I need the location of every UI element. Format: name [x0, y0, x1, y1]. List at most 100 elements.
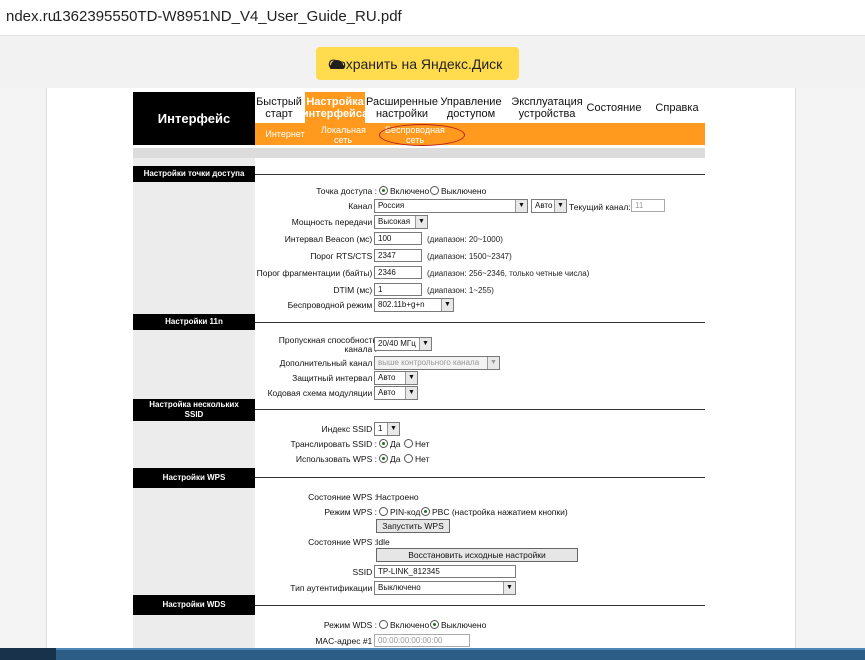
ap-on-radio[interactable] [379, 186, 388, 195]
channel-value: Авто [535, 201, 553, 210]
wds-on-radio[interactable] [379, 620, 388, 629]
broadcast-yes-label: Да [390, 439, 401, 449]
broadcast-ssid-label: Транслировать SSID : [290, 439, 377, 449]
nav-maintenance[interactable]: Эксплуатация устройства [511, 92, 583, 123]
guard-label: Защитный интервал : [292, 373, 377, 383]
use-wps-no-radio[interactable] [404, 454, 413, 463]
rts-label: Порог RTS/CTS : [310, 251, 377, 261]
highlight-circle [379, 124, 465, 146]
wps-pin-radio[interactable] [379, 507, 388, 516]
taskbar-active-strip [56, 648, 865, 660]
use-wps-no-label: Нет [415, 454, 430, 464]
bandwidth-select[interactable]: 20/40 МГц ▼ [374, 337, 432, 351]
bandwidth-label-line2: канала : [344, 344, 377, 354]
auth-type-select[interactable]: Выключено ▼ [374, 581, 516, 595]
nav-help[interactable]: Справка [649, 92, 705, 123]
section-wds-title: Настройки WDS [133, 595, 255, 615]
mac1-input[interactable]: 00:00:00:00:00:00 [374, 634, 470, 647]
start-wps-button[interactable]: Запустить WPS [376, 519, 450, 533]
nav-status[interactable]: Состояние [586, 92, 642, 123]
chevron-down-icon: ▼ [419, 338, 431, 350]
wps-ssid-label: SSID : [352, 567, 377, 577]
taskbar [0, 648, 865, 660]
ext-channel-select: выше контрольного канала ▼ [374, 356, 500, 370]
nav-interface-setup[interactable]: Настройка интерфейса [302, 92, 368, 123]
wps-mode-label: Режим WPS : [324, 507, 377, 517]
wds-off-label: Выключено [441, 620, 487, 630]
use-wps-yes-label: Да [390, 454, 401, 464]
router-header-title: Интерфейс [133, 92, 255, 145]
wps-state-label: Состояние WPS : [308, 492, 377, 502]
wds-off-radio[interactable] [430, 620, 439, 629]
power-label: Мощность передачи : [291, 217, 377, 227]
subnav-internet[interactable]: Интернет [261, 129, 309, 139]
wireless-mode-label: Беспроводной режим : [287, 300, 377, 310]
power-select[interactable]: Высокая ▼ [374, 215, 428, 229]
current-channel-field: 11 [631, 199, 665, 212]
save-to-yandex-disk-button[interactable]: Сохранить на Яндекс.Диск [316, 47, 519, 80]
chevron-down-icon: ▼ [554, 200, 566, 212]
channel-label: Канал : [348, 201, 377, 211]
guard-select[interactable]: Авто ▼ [374, 371, 418, 385]
guard-value: Авто [378, 373, 396, 382]
chevron-down-icon: ▼ [515, 200, 527, 212]
frag-hint: (диапазон: 256~2346, только четные числа… [427, 269, 590, 278]
broadcast-yes-radio[interactable] [379, 439, 388, 448]
section-wps-title: Настройки WPS [133, 468, 255, 488]
ext-channel-label: Дополнительный канал : [279, 358, 377, 368]
chevron-down-icon: ▼ [441, 299, 453, 311]
auth-type-value: Выключено [378, 583, 421, 592]
wps-status-label: Состояние WPS : [308, 537, 377, 547]
chevron-down-icon: ▼ [415, 216, 427, 228]
nav-access-management[interactable]: Управление доступом [439, 92, 503, 123]
browser-title-bar: ndex.ru 1362395550TD-W8951ND_V4_User_Gui… [0, 0, 865, 36]
country-select[interactable]: Россия ▼ [374, 199, 528, 213]
ap-label: Точка доступа : [316, 186, 377, 196]
dtim-hint: (диапазон: 1~255) [427, 286, 494, 295]
wps-status-value: Idle [376, 537, 390, 547]
nav-advanced-settings[interactable]: Расширенные настройки [366, 92, 438, 123]
ap-off-radio[interactable] [430, 186, 439, 195]
pdf-viewer[interactable]: Интерфейс Быстрый старт Настройка интерф… [0, 88, 865, 648]
wps-pbc-label: PBC (настройка нажатием кнопки) [432, 507, 568, 517]
header-divider [133, 148, 705, 158]
use-wps-yes-radio[interactable] [379, 454, 388, 463]
mcs-select[interactable]: Авто ▼ [374, 386, 418, 400]
site-domain[interactable]: ndex.ru [6, 8, 56, 25]
auth-type-label: Тип аутентификации : [290, 583, 377, 593]
wds-mode-label: Режим WDS : [323, 620, 377, 630]
chevron-down-icon: ▼ [387, 423, 399, 435]
chevron-down-icon: ▼ [405, 372, 417, 384]
wireless-mode-select[interactable]: 802.11b+g+n ▼ [374, 298, 454, 312]
beacon-hint: (диапазон: 20~1000) [427, 235, 503, 244]
use-wps-label: Использовать WPS : [295, 454, 377, 464]
channel-select[interactable]: Авто ▼ [531, 199, 567, 213]
chevron-down-icon: ▼ [487, 357, 499, 369]
ssid-index-value: 1 [378, 424, 383, 433]
wps-state-value: Настроено [376, 492, 419, 502]
dtim-input[interactable]: 1 [374, 283, 422, 296]
section-divider [255, 409, 705, 410]
wireless-mode-value: 802.11b+g+n [378, 300, 425, 309]
section-divider [255, 322, 705, 323]
section-ap-title: Настройки точки доступа [133, 166, 255, 182]
rts-input[interactable]: 2347 [374, 249, 422, 262]
beacon-input[interactable]: 100 [374, 232, 422, 245]
reset-defaults-button[interactable]: Восстановить исходные настройки [376, 548, 578, 562]
section-divider [255, 605, 705, 606]
ap-off-label: Выключено [441, 186, 487, 196]
nav-quick-start[interactable]: Быстрый старт [255, 92, 303, 123]
broadcast-no-radio[interactable] [404, 439, 413, 448]
ap-on-label: Включено [390, 186, 430, 196]
rts-hint: (диапазон: 1500~2347) [427, 252, 512, 261]
wps-pbc-radio[interactable] [421, 507, 430, 516]
dtim-label: DTIM (мс) : [333, 285, 377, 295]
mcs-value: Авто [378, 388, 396, 397]
subnav-lan[interactable]: Локальная сеть [321, 125, 366, 145]
mac1-label: MAC-адрес #1 : [315, 636, 377, 646]
pdf-file-name: 1362395550TD-W8951ND_V4_User_Guide_RU.pd… [54, 8, 402, 25]
router-subnav: Интернет Локальная сеть Беспроводная сет… [255, 123, 705, 146]
wps-ssid-input[interactable]: TP-LINK_812345 [374, 565, 516, 578]
ssid-index-select[interactable]: 1 ▼ [374, 422, 400, 436]
frag-input[interactable]: 2346 [374, 266, 422, 279]
